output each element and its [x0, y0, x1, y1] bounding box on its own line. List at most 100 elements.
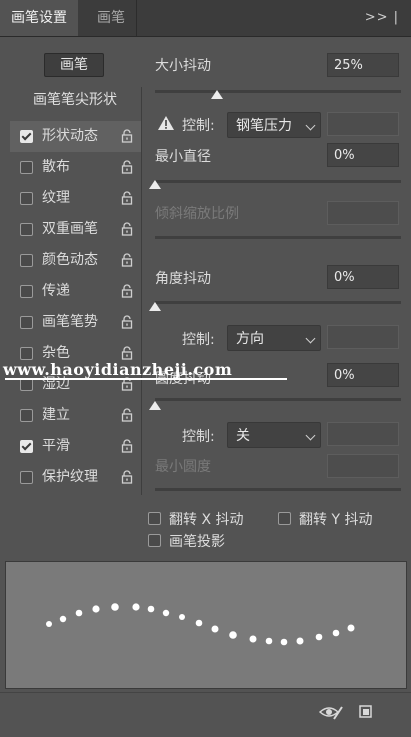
brush-projection-checkbox[interactable]: 画笔投影 — [148, 531, 225, 551]
tilt-scale-input — [327, 201, 399, 225]
sidebar-item-label: 颜色动态 — [42, 252, 98, 268]
lock-icon[interactable] — [121, 222, 133, 236]
sidebar-item-label: 散布 — [42, 159, 70, 175]
sidebar-item[interactable]: 双重画笔 — [10, 214, 141, 245]
checkbox-icon[interactable] — [20, 285, 33, 298]
checkbox-icon[interactable] — [20, 161, 33, 174]
angle-jitter-label: 角度抖动 — [155, 271, 211, 287]
control-select-3[interactable]: 关 — [227, 422, 321, 448]
lock-icon[interactable] — [121, 439, 133, 453]
angle-jitter-input[interactable]: 0% — [327, 265, 399, 289]
warning-icon — [157, 115, 175, 131]
panel-menu-button[interactable]: >> | — [365, 0, 399, 36]
sidebar-item[interactable]: 建立 — [10, 400, 141, 431]
sidebar-item-label: 平滑 — [42, 438, 70, 454]
min-roundness-slider-track — [155, 488, 401, 491]
lock-icon[interactable] — [121, 315, 133, 329]
angle-jitter-slider-track — [155, 301, 401, 304]
sidebar-item[interactable]: 散布 — [10, 152, 141, 183]
control-select-2-value: 方向 — [236, 331, 264, 347]
sidebar-item[interactable]: 纹理 — [10, 183, 141, 214]
lock-icon[interactable] — [121, 160, 133, 174]
panel-bottom-bar — [0, 692, 411, 737]
chevron-down-icon — [305, 120, 316, 131]
sidebar-item-label: 双重画笔 — [42, 221, 98, 237]
control-select-2[interactable]: 方向 — [227, 325, 321, 351]
control-label-3: 控制: — [182, 429, 215, 445]
watermark-text: www.haoyidianzheji.com — [3, 360, 233, 379]
sidebar-divider — [141, 87, 142, 495]
sidebar-item-label: 保护纹理 — [42, 469, 98, 485]
angle-jitter-slider-thumb[interactable] — [149, 302, 161, 311]
checkbox-icon[interactable] — [20, 192, 33, 205]
checkbox-icon — [148, 512, 161, 525]
checkbox-icon — [148, 534, 161, 547]
brush-options-list: 形状动态 散布 纹理 双重画笔 颜色动态 传递 画笔笔势 杂色 湿边 建立 平滑 保护纹理 — [10, 121, 141, 493]
panel-tab-bar: 画笔设置 画笔 >> | — [0, 0, 411, 37]
sidebar-item[interactable]: 传递 — [10, 276, 141, 307]
min-diameter-label: 最小直径 — [155, 149, 211, 165]
flip-x-jitter-checkbox[interactable]: 翻转 X 抖动 — [148, 509, 244, 529]
control-select-1-value: 钢笔压力 — [236, 118, 292, 134]
lock-icon[interactable] — [121, 408, 133, 422]
size-jitter-slider-thumb[interactable] — [210, 90, 223, 99]
control-select-1[interactable]: 钢笔压力 — [227, 112, 321, 138]
brushes-button[interactable]: 画笔 — [44, 53, 104, 77]
sidebar-item[interactable]: 平滑 — [10, 431, 141, 462]
min-roundness-label: 最小圆度 — [155, 459, 211, 475]
tilt-scale-label: 倾斜缩放比例 — [155, 206, 239, 222]
sidebar-item-label: 纹理 — [42, 190, 70, 206]
lock-icon[interactable] — [121, 284, 133, 298]
brush-projection-label: 画笔投影 — [169, 534, 225, 550]
sidebar-item[interactable]: 形状动态 — [10, 121, 141, 152]
sidebar-item-label: 建立 — [42, 407, 70, 423]
checkbox-icon[interactable] — [20, 471, 33, 484]
control-select-3-value: 关 — [236, 428, 250, 444]
min-roundness-input — [327, 454, 399, 478]
size-jitter-slider-track — [155, 90, 401, 93]
checkbox-icon[interactable] — [20, 409, 33, 422]
sidebar-item-label: 形状动态 — [42, 128, 98, 144]
chevron-down-icon — [305, 430, 316, 441]
control-label-1: 控制: — [182, 118, 215, 134]
lock-icon[interactable] — [121, 253, 133, 267]
brush-tip-shape-item[interactable]: 画笔笔尖形状 — [10, 89, 140, 112]
min-diameter-input[interactable]: 0% — [327, 143, 399, 167]
lock-icon[interactable] — [121, 346, 133, 360]
control-label-2: 控制: — [182, 332, 215, 348]
size-jitter-input[interactable]: 25% — [327, 53, 399, 77]
roundness-jitter-slider-thumb[interactable] — [149, 401, 161, 410]
checkbox-icon[interactable] — [20, 440, 33, 453]
control-2-extra-input — [327, 325, 399, 349]
min-diameter-slider-thumb[interactable] — [149, 180, 161, 189]
checkbox-icon[interactable] — [20, 223, 33, 236]
sidebar-item[interactable]: 颜色动态 — [10, 245, 141, 276]
checkbox-icon — [278, 512, 291, 525]
lock-icon[interactable] — [121, 470, 133, 484]
sidebar-item-label: 传递 — [42, 283, 70, 299]
lock-icon[interactable] — [121, 129, 133, 143]
checkbox-icon[interactable] — [20, 254, 33, 267]
flip-y-label: 翻转 Y 抖动 — [299, 512, 373, 528]
toggle-live-tip-preview-icon[interactable] — [318, 703, 344, 721]
checkbox-icon[interactable] — [20, 347, 33, 360]
tab-brush-settings[interactable]: 画笔设置 — [0, 0, 78, 36]
roundness-jitter-input[interactable]: 0% — [327, 363, 399, 387]
checkbox-icon[interactable] — [20, 130, 33, 143]
tab-brush[interactable]: 画笔 — [86, 0, 137, 36]
tilt-scale-slider-track — [155, 236, 401, 239]
brush-stroke-preview — [5, 561, 407, 689]
flip-x-label: 翻转 X 抖动 — [169, 512, 244, 528]
stroke-preview-graphic — [46, 603, 355, 646]
flip-y-jitter-checkbox[interactable]: 翻转 Y 抖动 — [278, 509, 372, 529]
create-new-brush-icon[interactable] — [358, 702, 374, 720]
control-3-extra-input — [327, 422, 399, 446]
roundness-jitter-slider-track — [155, 398, 401, 401]
sidebar-item[interactable]: 画笔笔势 — [10, 307, 141, 338]
min-diameter-slider-track — [155, 180, 401, 183]
checkbox-icon[interactable] — [20, 316, 33, 329]
watermark-underline — [5, 378, 287, 380]
lock-icon[interactable] — [121, 191, 133, 205]
size-jitter-label: 大小抖动 — [155, 58, 211, 74]
sidebar-item[interactable]: 保护纹理 — [10, 462, 141, 493]
